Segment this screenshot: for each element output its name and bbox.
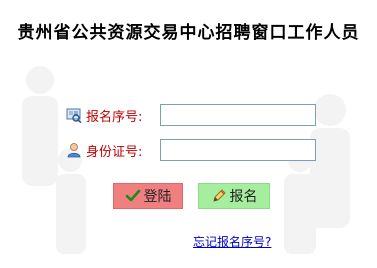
id-number-input[interactable] bbox=[160, 139, 316, 161]
serial-number-label: 报名序号: bbox=[86, 109, 143, 125]
register-button[interactable]: 报名 bbox=[198, 183, 270, 209]
serial-number-row: 报名序号: bbox=[66, 104, 316, 126]
checkmark-icon bbox=[125, 188, 141, 204]
login-button-label: 登陆 bbox=[143, 189, 172, 205]
login-button[interactable]: 登陆 bbox=[113, 183, 183, 209]
forgot-serial-link[interactable]: 忘记报名序号? bbox=[193, 233, 271, 250]
register-button-label: 报名 bbox=[229, 189, 258, 205]
user-icon bbox=[66, 142, 82, 158]
edit-pencil-icon bbox=[211, 188, 227, 204]
id-card-search-icon bbox=[66, 107, 82, 124]
page-title: 贵州省公共资源交易中心招聘窗口工作人员 bbox=[17, 23, 360, 43]
id-number-row: 身份证号: bbox=[66, 139, 316, 161]
serial-number-input[interactable] bbox=[160, 104, 316, 126]
id-number-label: 身份证号: bbox=[86, 144, 143, 160]
